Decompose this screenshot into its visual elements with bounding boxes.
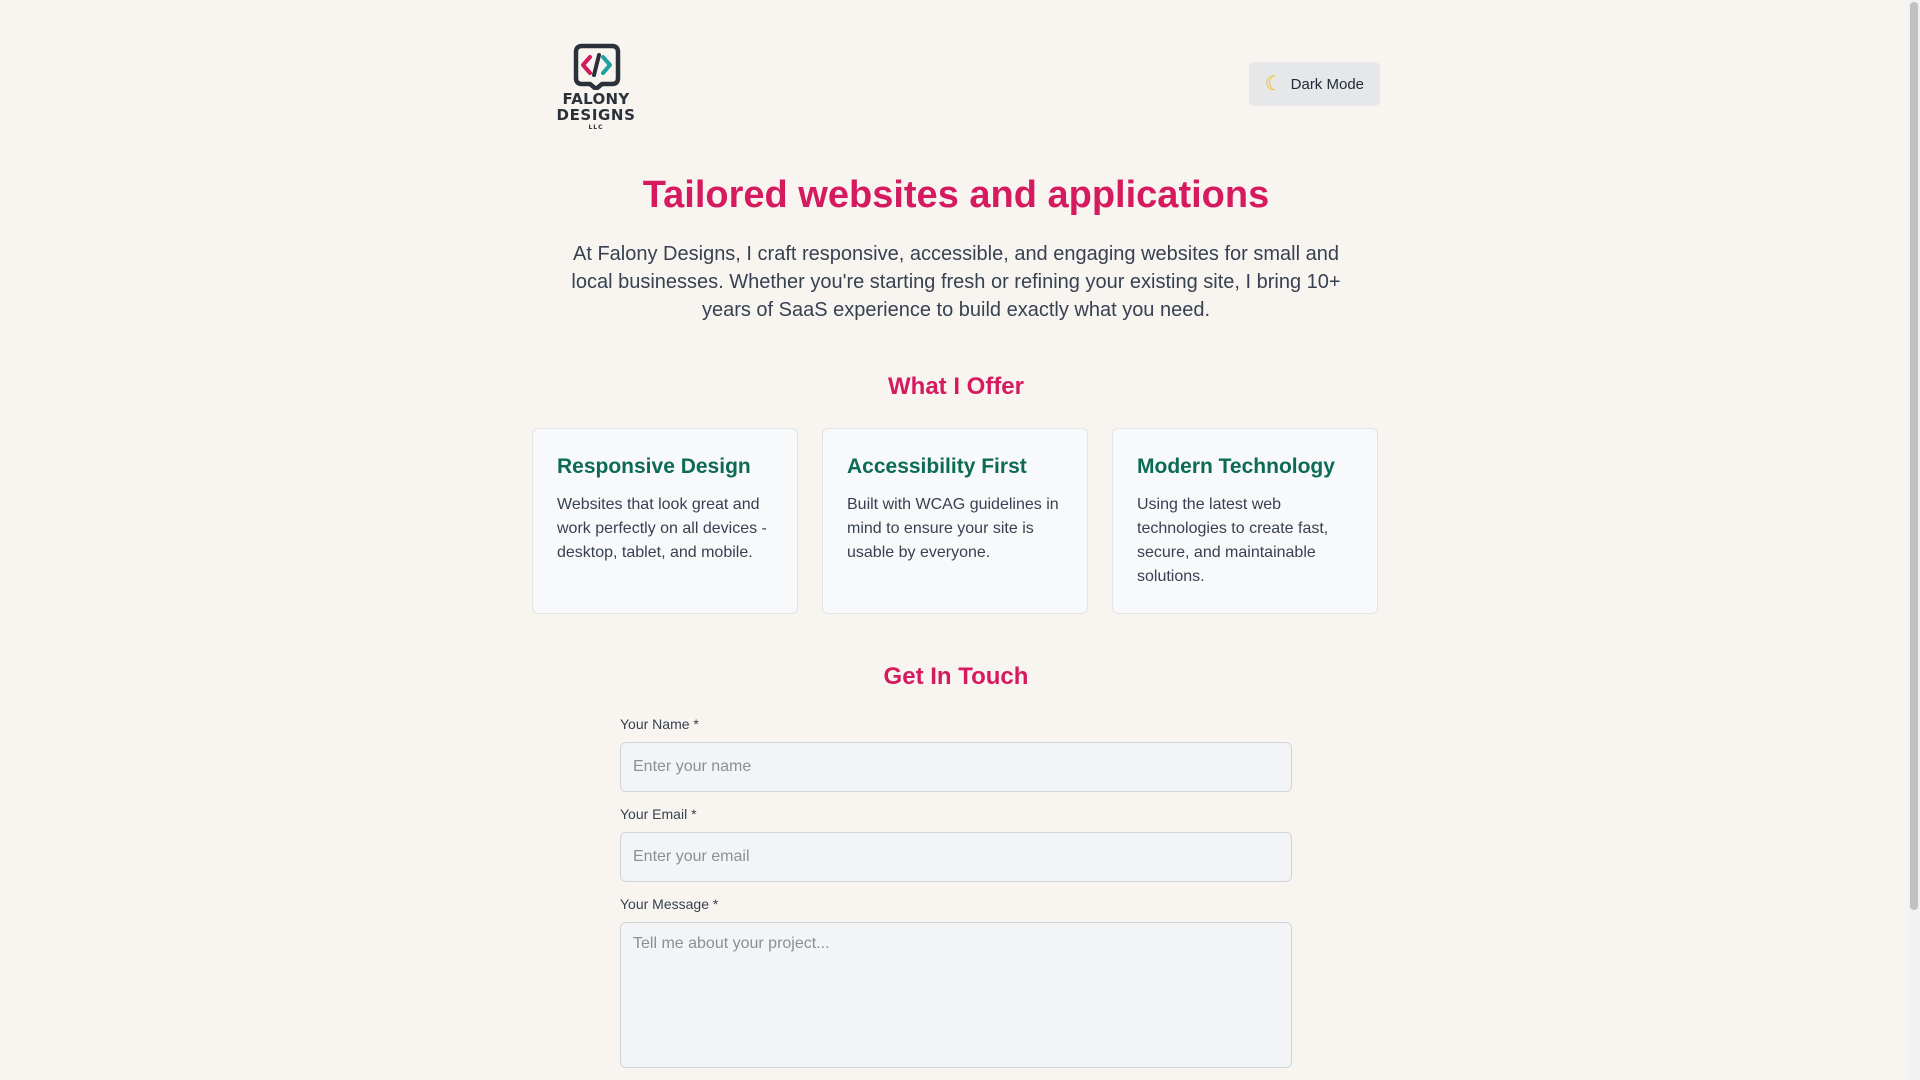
card-title: Accessibility First — [847, 455, 1027, 478]
main-container: FALONY DESIGNS LLC ☾ Dark Mode Tailored … — [532, 0, 1380, 1068]
email-field-group: Your Email * — [620, 806, 1292, 882]
brand-logo[interactable]: FALONY DESIGNS LLC — [552, 42, 640, 132]
card-title: Modern Technology — [1137, 455, 1335, 478]
email-input[interactable] — [620, 832, 1292, 882]
hero-description: At Falony Designs, I craft responsive, a… — [571, 243, 1341, 321]
moon-icon: ☾ — [1264, 73, 1283, 95]
card-text: Built with WCAG guidelines in mind to en… — [847, 496, 1059, 561]
message-textarea[interactable] — [620, 922, 1292, 1068]
offer-cards: Responsive Design Websites that look gre… — [532, 428, 1380, 614]
offer-card-responsive-design: Responsive Design Websites that look gre… — [532, 428, 798, 614]
message-label: Your Message * — [620, 896, 719, 912]
site-header: FALONY DESIGNS LLC ☾ Dark Mode — [532, 0, 1380, 140]
code-bracket-icon — [573, 43, 621, 90]
scrollbar-thumb[interactable] — [1910, 2, 1918, 910]
contact-form: Your Name * Your Email * Your Message * — [620, 716, 1292, 1080]
card-title: Responsive Design — [557, 455, 751, 478]
logo-line-falony: FALONY — [562, 90, 630, 108]
hero-title: Tailored websites and applications — [642, 174, 1270, 216]
name-label: Your Name * — [620, 716, 699, 732]
contact-section-title: Get In Touch — [883, 663, 1029, 690]
message-field-group: Your Message * — [620, 896, 1292, 1068]
email-label: Your Email * — [620, 806, 697, 822]
card-text: Using the latest web technologies to cre… — [1137, 496, 1329, 585]
offer-card-accessibility-first: Accessibility First Built with WCAG guid… — [822, 428, 1088, 614]
logo-line-llc: LLC — [588, 124, 604, 131]
dark-mode-toggle-button[interactable]: ☾ Dark Mode — [1248, 62, 1380, 106]
logo-wordmark: FALONY DESIGNS LLC — [552, 92, 640, 131]
name-field-group: Your Name * — [620, 716, 1292, 792]
offer-section-title: What I Offer — [888, 373, 1024, 400]
dark-mode-label: Dark Mode — [1290, 75, 1364, 93]
card-text: Websites that look great and work perfec… — [557, 496, 767, 561]
logo-line-designs: DESIGNS — [556, 106, 636, 124]
page: FALONY DESIGNS LLC ☾ Dark Mode Tailored … — [0, 0, 1920, 1080]
offer-card-modern-technology: Modern Technology Using the latest web t… — [1112, 428, 1378, 614]
name-input[interactable] — [620, 742, 1292, 792]
page-scrollbar[interactable] — [1908, 0, 1920, 1080]
